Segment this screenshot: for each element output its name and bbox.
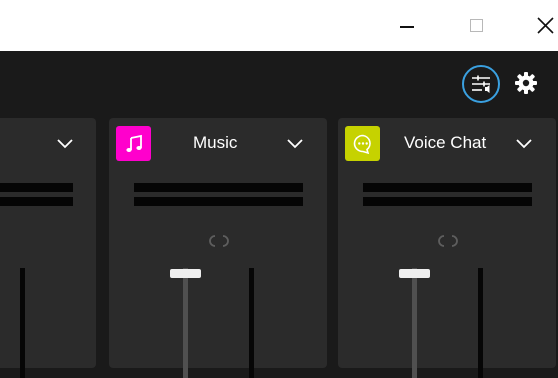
level-meter-horizontal <box>0 183 73 211</box>
app-icon-voice-chat <box>345 126 380 161</box>
volume-slider-track[interactable] <box>412 268 417 378</box>
channel-name: Voice Chat <box>404 133 487 152</box>
level-meter-vertical <box>478 268 483 378</box>
channel-name: Music <box>193 133 238 152</box>
level-meter-horizontal <box>134 183 303 211</box>
app-icon-music <box>116 126 151 161</box>
close-icon <box>536 17 554 34</box>
settings-button[interactable] <box>512 69 540 97</box>
maximize-icon <box>469 19 483 32</box>
link-icon[interactable] <box>436 234 460 248</box>
chat-bubble-icon <box>353 134 371 154</box>
level-meter-horizontal <box>363 183 532 211</box>
chevron-down-icon[interactable] <box>56 136 74 150</box>
chevron-down-icon[interactable] <box>515 136 533 150</box>
minimize-icon <box>400 23 414 28</box>
minimize-button[interactable] <box>384 0 430 51</box>
link-icon[interactable] <box>207 234 231 248</box>
toolbar <box>0 51 558 117</box>
chevron-down-icon[interactable] <box>286 136 304 150</box>
gear-icon <box>515 72 537 94</box>
title-bar <box>0 0 558 51</box>
channel-card <box>0 118 96 378</box>
maximize-button[interactable] <box>453 0 499 51</box>
volume-slider-thumb[interactable] <box>399 269 430 278</box>
mixer-button[interactable] <box>462 65 500 103</box>
sliders-icon <box>472 75 490 93</box>
volume-slider-track[interactable] <box>183 268 188 378</box>
level-meter-vertical <box>249 268 254 378</box>
channel-card-voice-chat: Voice Chat <box>338 118 556 378</box>
close-button[interactable] <box>522 0 558 51</box>
channel-card-music: Music <box>109 118 327 378</box>
music-note-icon <box>125 134 142 152</box>
volume-slider-thumb[interactable] <box>170 269 201 278</box>
level-meter-vertical <box>20 268 25 378</box>
